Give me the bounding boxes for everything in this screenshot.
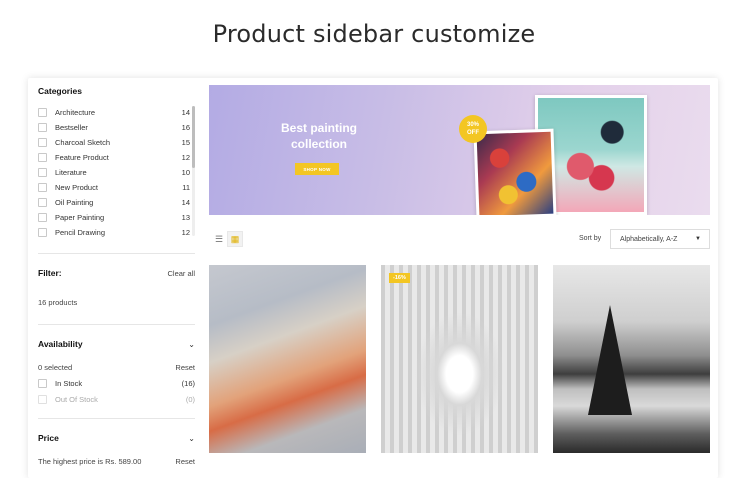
- category-item-new-product[interactable]: New Product 11: [38, 180, 190, 195]
- category-label: Charcoal Sketch: [55, 138, 111, 147]
- product-card-abstract-painting[interactable]: [209, 265, 366, 453]
- category-label: Oil Painting: [55, 198, 94, 207]
- promo-banner: Best painting collection SHOP NOW 30% OF…: [209, 85, 710, 215]
- category-label: Architecture: [55, 108, 96, 117]
- category-item-feature-product[interactable]: Feature Product 12: [38, 150, 190, 165]
- filter-header: Filter: Clear all: [38, 268, 195, 278]
- category-count: 13: [181, 213, 190, 222]
- price-header[interactable]: Price ⌄: [38, 433, 195, 443]
- category-item-oil-painting[interactable]: Oil Painting 14: [38, 195, 190, 210]
- sort-label: Sort by: [579, 235, 602, 242]
- category-checkbox[interactable]: [38, 183, 47, 192]
- chevron-down-icon[interactable]: ⌄: [188, 434, 195, 443]
- category-count: 12: [181, 153, 190, 162]
- category-label: Pencil Drawing: [55, 228, 106, 237]
- category-item-bestseller[interactable]: Bestseller 16: [38, 120, 190, 135]
- category-count: 10: [181, 168, 190, 177]
- category-checkbox[interactable]: [38, 228, 47, 237]
- grid-icon[interactable]: ▦: [227, 231, 243, 247]
- divider: [38, 253, 195, 254]
- category-count: 15: [181, 138, 190, 147]
- availability-selected: 0 selected: [38, 363, 73, 372]
- scrollbar-thumb[interactable]: [192, 106, 195, 168]
- category-item-pencil-drawing[interactable]: Pencil Drawing 12: [38, 225, 190, 240]
- category-checkbox[interactable]: [38, 123, 47, 132]
- category-item-charcoal-sketch[interactable]: Charcoal Sketch 15: [38, 135, 190, 150]
- category-count: 11: [182, 183, 190, 192]
- availability-status-row: 0 selected Reset: [38, 363, 195, 372]
- divider: [38, 418, 195, 419]
- product-count-row: 16 products: [38, 298, 195, 307]
- banner-title: Best painting collection: [280, 121, 357, 151]
- discount-sub: OFF: [467, 130, 479, 136]
- product-count: 16 products: [38, 298, 78, 307]
- availability-option-out-of-stock: Out Of Stock (0): [38, 395, 195, 404]
- product-toolbar: ☰ ▦ Sort by Alphabetically, A-Z ▼: [209, 229, 710, 249]
- categories-title: Categories: [38, 86, 82, 96]
- category-count: 14: [181, 108, 190, 117]
- sort-select[interactable]: Alphabetically, A-Z ▼: [610, 229, 710, 249]
- out-of-stock-count: (0): [185, 395, 195, 404]
- in-stock-count: (16): [181, 379, 195, 388]
- category-checkbox[interactable]: [38, 198, 47, 207]
- divider: [38, 324, 195, 325]
- banner-artwork-abstract: [473, 128, 557, 215]
- category-count: 16: [181, 123, 190, 132]
- in-stock-label: In Stock: [55, 379, 83, 388]
- category-item-paper-painting[interactable]: Paper Painting 13: [38, 210, 190, 225]
- category-checkbox[interactable]: [38, 108, 47, 117]
- availability-title: Availability: [38, 339, 83, 349]
- filter-title: Filter:: [38, 268, 62, 278]
- category-label: Paper Painting: [55, 213, 105, 222]
- category-item-architecture[interactable]: Architecture 14: [38, 105, 190, 120]
- out-of-stock-label: Out Of Stock: [55, 395, 98, 404]
- price-title: Price: [38, 433, 59, 443]
- availability-reset-link[interactable]: Reset: [175, 363, 195, 372]
- category-checkbox[interactable]: [38, 213, 47, 222]
- category-label: New Product: [55, 183, 98, 192]
- caret-down-icon: ▼: [695, 236, 701, 242]
- shop-frame: Categories Architecture 14 Bestseller 16 C…: [28, 78, 718, 478]
- shop-now-button[interactable]: SHOP NOW: [295, 163, 339, 175]
- category-checkbox[interactable]: [38, 153, 47, 162]
- category-checkbox[interactable]: [38, 168, 47, 177]
- sale-badge: -16%: [389, 273, 410, 283]
- abstract-image: [476, 131, 554, 215]
- category-scrollbar[interactable]: [192, 106, 195, 236]
- sort-value: Alphabetically, A-Z: [620, 235, 678, 243]
- page-heading: Product sidebar customize: [212, 20, 536, 48]
- category-count: 12: [181, 228, 190, 237]
- category-item-literature[interactable]: Literature 10: [38, 165, 190, 180]
- category-count: 14: [181, 198, 190, 207]
- in-stock-checkbox[interactable]: [38, 379, 47, 388]
- pine-tree-illustration: [588, 305, 632, 415]
- availability-option-in-stock[interactable]: In Stock (16): [38, 379, 195, 388]
- list-icon[interactable]: ☰: [211, 231, 227, 247]
- product-card-landscape-drawing[interactable]: [553, 265, 710, 453]
- availability-header[interactable]: Availability ⌄: [38, 339, 195, 349]
- category-label: Feature Product: [55, 153, 109, 162]
- discount-badge: 30% OFF: [459, 115, 487, 143]
- chevron-down-icon[interactable]: ⌄: [188, 340, 195, 349]
- category-label: Literature: [55, 168, 87, 177]
- discount-value: 30%: [466, 122, 479, 128]
- category-list: Architecture 14 Bestseller 16 Charcoal Ske…: [38, 105, 190, 240]
- out-of-stock-checkbox: [38, 395, 47, 404]
- product-card-cathedral-sketch[interactable]: -16%: [381, 265, 538, 453]
- clear-all-link[interactable]: Clear all: [167, 269, 195, 278]
- category-label: Bestseller: [55, 123, 88, 132]
- category-checkbox[interactable]: [38, 138, 47, 147]
